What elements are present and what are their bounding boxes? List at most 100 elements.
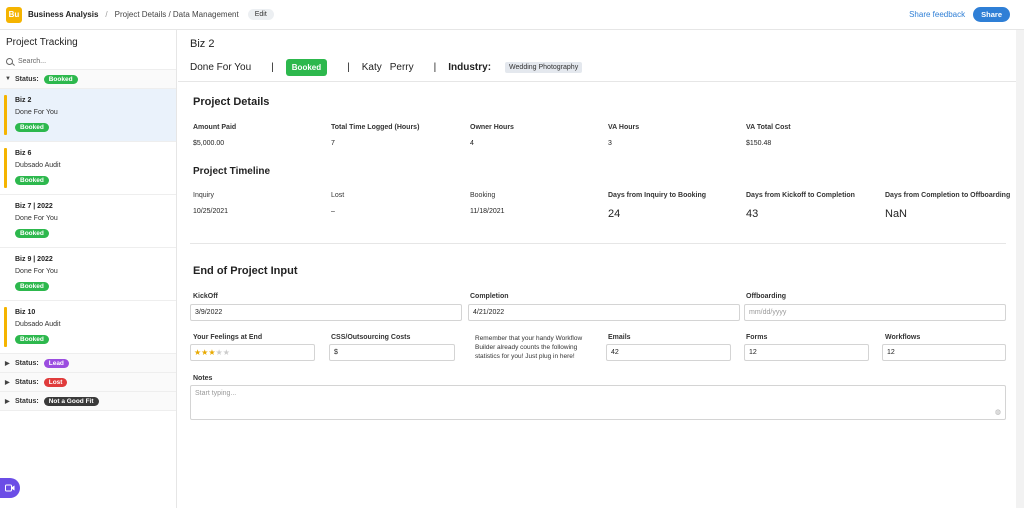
card-color-bar xyxy=(4,95,7,135)
star-icon[interactable]: ★ xyxy=(223,348,230,357)
lost-value: – xyxy=(331,208,335,215)
project-card[interactable]: Biz 10 Dubsado Audit Booked xyxy=(0,301,176,354)
owner-hours-value: 4 xyxy=(470,140,474,147)
card-subtitle: Done For You xyxy=(15,215,58,222)
industry-label: Industry: xyxy=(448,61,492,73)
group-header-booked[interactable]: ▼ Status: Booked xyxy=(0,70,176,89)
status-badge: Lead xyxy=(43,358,69,368)
completion-date-input[interactable]: 4/21/2022 xyxy=(468,304,740,321)
star-icon[interactable]: ★ xyxy=(194,348,201,357)
textarea-resize-icon[interactable]: ◍ xyxy=(995,408,1001,416)
card-title: Biz 6 xyxy=(15,150,32,157)
breadcrumb-separator: / xyxy=(105,10,108,19)
va-total-cost-value: $150.48 xyxy=(746,140,772,147)
lost-label: Lost xyxy=(331,192,345,199)
costs-input[interactable]: $ xyxy=(329,344,455,361)
status-label: Status: xyxy=(15,378,39,386)
status-badge: Booked xyxy=(285,58,328,76)
header-separator: | xyxy=(347,61,350,73)
workflow-reminder-text: Remember that your handy Workflow Builde… xyxy=(475,335,583,360)
owner-hours-label: Owner Hours xyxy=(470,124,514,131)
time-logged-label: Total Time Logged (Hours) xyxy=(331,124,420,131)
kickoff-label: KickOff xyxy=(193,293,218,300)
card-subtitle: Done For You xyxy=(15,109,58,116)
notes-label: Notes xyxy=(193,375,213,382)
completion-label: Completion xyxy=(470,293,509,300)
status-badge: Booked xyxy=(43,74,78,84)
project-card[interactable]: Biz 2 Done For You Booked xyxy=(0,89,176,142)
card-subtitle: Dubsado Audit xyxy=(15,162,61,169)
offboarding-date-input[interactable]: mm/dd/yyyy xyxy=(744,304,1006,321)
kickoff-date-input[interactable]: 3/9/2022 xyxy=(190,304,462,321)
star-icon[interactable]: ★ xyxy=(201,348,208,357)
group-header-not-a-good-fit[interactable]: ▶ Status: Not a Good Fit xyxy=(0,392,176,411)
caret-right-icon: ▶ xyxy=(5,398,10,405)
card-title: Biz 10 xyxy=(15,309,36,316)
card-title: Biz 2 xyxy=(15,97,32,104)
breadcrumb[interactable]: Project Details / Data Management xyxy=(115,10,239,19)
record-header-line: Done For You | Booked | Katy Perry | Ind… xyxy=(190,58,583,76)
costs-label: CSS/Outsourcing Costs xyxy=(331,334,411,341)
va-total-cost-label: VA Total Cost xyxy=(746,124,791,131)
app-logo[interactable]: Bu xyxy=(6,6,22,23)
service-type: Done For You xyxy=(190,61,252,73)
completion-to-offboarding-value: NaN xyxy=(885,208,908,220)
card-subtitle: Dubsado Audit xyxy=(15,321,61,328)
kickoff-to-completion-value: 43 xyxy=(746,208,759,220)
status-badge: Booked xyxy=(15,123,49,132)
video-camera-icon xyxy=(5,484,15,492)
card-subtitle: Done For You xyxy=(15,268,58,275)
notes-textarea[interactable]: Start typing... ◍ xyxy=(190,385,1006,420)
card-title: Biz 9 | 2022 xyxy=(15,256,53,263)
inquiry-value: 10/25/2021 xyxy=(193,208,229,215)
project-card[interactable]: Biz 9 | 2022 Done For You Booked xyxy=(0,248,176,301)
kickoff-to-completion-label: Days from Kickoff to Completion xyxy=(746,192,855,199)
emails-label: Emails xyxy=(608,334,631,341)
card-title: Biz 7 | 2022 xyxy=(15,203,53,210)
star-icon[interactable]: ★ xyxy=(208,348,215,357)
project-details-title: Project Details xyxy=(193,96,270,108)
amount-paid-value: $5,000.00 xyxy=(193,140,225,147)
emails-input[interactable]: 42 xyxy=(606,344,731,361)
workflows-label: Workflows xyxy=(885,334,921,341)
client-last-name: Perry xyxy=(389,61,414,73)
workflows-input[interactable]: 12 xyxy=(882,344,1006,361)
completion-to-offboarding-label: Days from Completion to Offboarding xyxy=(885,192,1011,199)
group-header-lead[interactable]: ▶ Status: Lead xyxy=(0,354,176,373)
inquiry-label: Inquiry xyxy=(193,192,215,199)
share-button[interactable]: Share xyxy=(973,7,1010,22)
status-badge: Not a Good Fit xyxy=(43,396,99,406)
project-tracking-panel: Project Tracking Search... ▼ Status: Boo… xyxy=(0,30,177,508)
edit-button[interactable]: Edit xyxy=(247,9,274,20)
caret-right-icon: ▶ xyxy=(5,379,10,386)
status-badge: Booked xyxy=(15,229,49,238)
project-card[interactable]: Biz 6 Dubsado Audit Booked xyxy=(0,142,176,195)
star-icon[interactable]: ★ xyxy=(216,348,223,357)
record-detail: Biz 2 Done For You | Booked | Katy Perry… xyxy=(178,30,1016,508)
caret-right-icon: ▶ xyxy=(5,360,10,367)
share-feedback-link[interactable]: Share feedback xyxy=(909,10,965,19)
feelings-star-rating[interactable]: ★ ★ ★ ★ ★ xyxy=(190,344,315,361)
va-hours-value: 3 xyxy=(608,140,612,147)
search-input[interactable]: Search... xyxy=(0,54,176,70)
project-timeline-title: Project Timeline xyxy=(193,166,271,177)
section-divider xyxy=(190,243,1006,244)
forms-input[interactable]: 12 xyxy=(744,344,869,361)
group-header-lost[interactable]: ▶ Status: Lost xyxy=(0,373,176,392)
status-badge: Lost xyxy=(43,377,68,387)
video-chat-button[interactable] xyxy=(0,478,20,498)
inquiry-to-booking-value: 24 xyxy=(608,208,621,220)
status-badge: Booked xyxy=(15,176,49,185)
forms-label: Forms xyxy=(746,334,768,341)
status-label: Status: xyxy=(15,359,39,367)
status-badge: Booked xyxy=(15,335,49,344)
status-label: Status: xyxy=(15,75,39,83)
project-card[interactable]: Biz 7 | 2022 Done For You Booked xyxy=(0,195,176,248)
record-title: Biz 2 xyxy=(190,38,215,50)
header-divider xyxy=(178,81,1016,82)
client-first-name: Katy xyxy=(361,61,382,73)
status-badge: Booked xyxy=(15,282,49,291)
app-title[interactable]: Business Analysis xyxy=(28,10,98,19)
window-scrollbar[interactable] xyxy=(1016,30,1024,508)
search-placeholder: Search... xyxy=(18,58,47,65)
